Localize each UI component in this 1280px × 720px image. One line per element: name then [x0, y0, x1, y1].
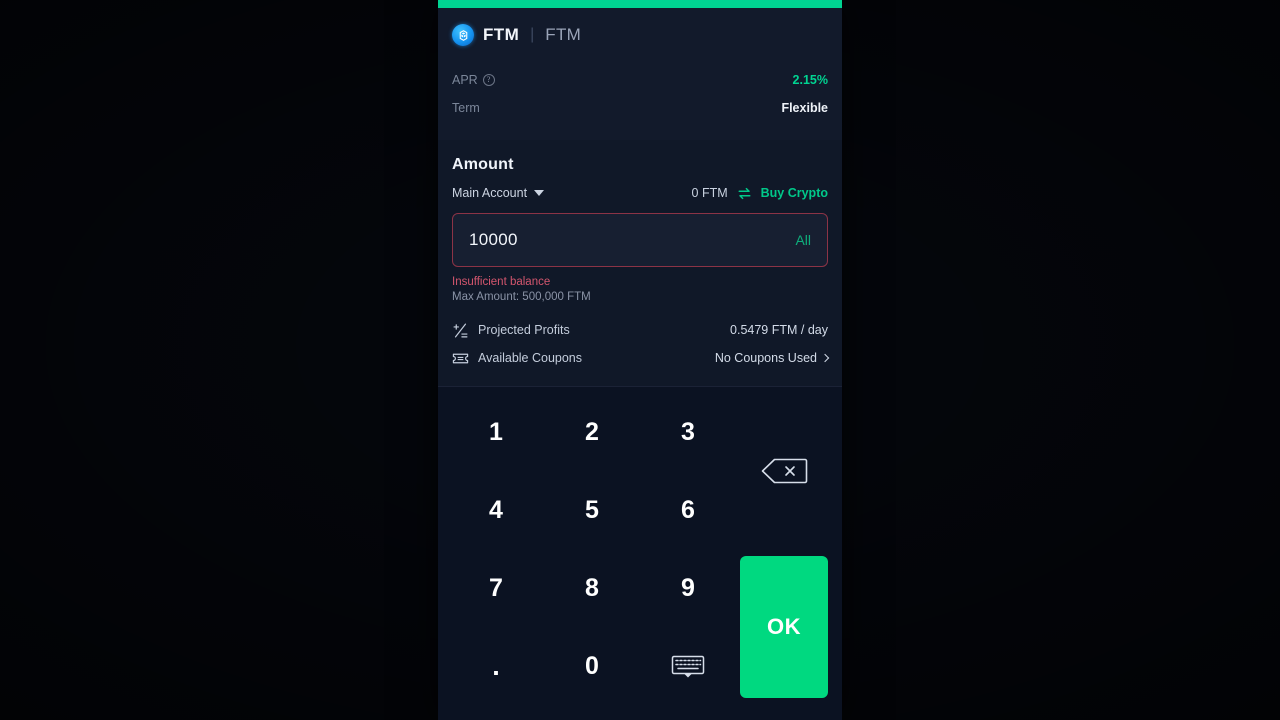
apr-label: APR: [452, 73, 478, 87]
coupon-ticket-icon: [452, 350, 469, 367]
error-message: Insufficient balance: [452, 276, 551, 288]
balance-group: 0 FTM Buy Crypto: [692, 186, 828, 200]
mobile-panel: FTM | FTM APR ? 2.15% Term Flexible Amou…: [438, 0, 842, 720]
key-9[interactable]: 9: [640, 550, 736, 628]
numeric-keypad: 1 2 3 4 5 6 7 8 9 OK . 0: [438, 387, 842, 720]
ok-button[interactable]: OK: [740, 555, 828, 698]
account-label: Main Account: [452, 186, 528, 200]
available-coupons-label-group: Available Coupons: [452, 350, 582, 367]
swap-arrows-icon[interactable]: [737, 187, 752, 200]
max-amount-hint: Max Amount: 500,000 FTM: [452, 291, 591, 303]
apr-value: 2.15%: [792, 73, 828, 87]
plus-minus-icon: [452, 322, 469, 339]
key-2[interactable]: 2: [544, 393, 640, 471]
product-header-card: FTM | FTM APR ? 2.15% Term Flexible: [438, 8, 842, 140]
all-button[interactable]: All: [795, 232, 811, 248]
amount-card: Amount Main Account 0 FTM Buy Crypto 100…: [438, 140, 842, 387]
key-decimal-point[interactable]: .: [448, 628, 544, 706]
projected-profits-value: 0.5479 FTM / day: [730, 323, 828, 337]
key-3[interactable]: 3: [640, 393, 736, 471]
projected-profits-label-group: Projected Profits: [452, 322, 570, 339]
available-coupons-value: No Coupons Used: [714, 351, 817, 365]
buy-crypto-link[interactable]: Buy Crypto: [761, 186, 828, 200]
backspace-delete-icon[interactable]: [736, 393, 832, 550]
question-mark-icon[interactable]: ?: [482, 74, 495, 86]
coin-title-row: FTM | FTM: [452, 24, 828, 46]
available-coupons-row[interactable]: Available Coupons No Coupons Used: [452, 344, 830, 372]
keyboard-icon[interactable]: [640, 628, 736, 706]
term-value: Flexible: [781, 101, 828, 115]
apr-row: APR ? 2.15%: [452, 66, 828, 94]
app-screen: 10000 All Insufficient balance Max Amoun…: [0, 0, 1280, 720]
key-1[interactable]: 1: [448, 393, 544, 471]
apr-label-group: APR ?: [452, 73, 495, 87]
key-7[interactable]: 7: [448, 550, 544, 628]
available-coupons-value-group: No Coupons Used: [714, 351, 830, 365]
term-row: Term Flexible: [452, 94, 828, 122]
term-label: Term: [452, 101, 480, 115]
available-balance: 0 FTM: [691, 186, 728, 200]
account-selector[interactable]: Main Account: [452, 186, 545, 200]
projected-profits-label: Projected Profits: [478, 323, 570, 337]
key-4[interactable]: 4: [448, 471, 544, 549]
chevron-down-icon: [534, 190, 545, 196]
key-6[interactable]: 6: [640, 471, 736, 549]
coin-divider: |: [530, 26, 535, 43]
coin-symbol: FTM: [483, 25, 520, 44]
key-5[interactable]: 5: [544, 471, 640, 549]
key-0[interactable]: 0: [544, 628, 640, 706]
ftm-coin-icon: [452, 24, 474, 46]
amount-input-field[interactable]: 10000 All: [452, 213, 828, 267]
projected-profits-row: Projected Profits 0.5479 FTM / day: [452, 316, 828, 344]
key-8[interactable]: 8: [544, 550, 640, 628]
top-accent-bar: [438, 0, 842, 8]
coin-subtitle: FTM: [545, 25, 582, 44]
account-row: Main Account 0 FTM Buy Crypto: [452, 186, 828, 200]
available-coupons-label: Available Coupons: [478, 351, 583, 365]
chevron-right-icon: [820, 353, 830, 362]
amount-input-value[interactable]: 10000: [469, 230, 795, 250]
amount-section-title: Amount: [452, 156, 514, 173]
